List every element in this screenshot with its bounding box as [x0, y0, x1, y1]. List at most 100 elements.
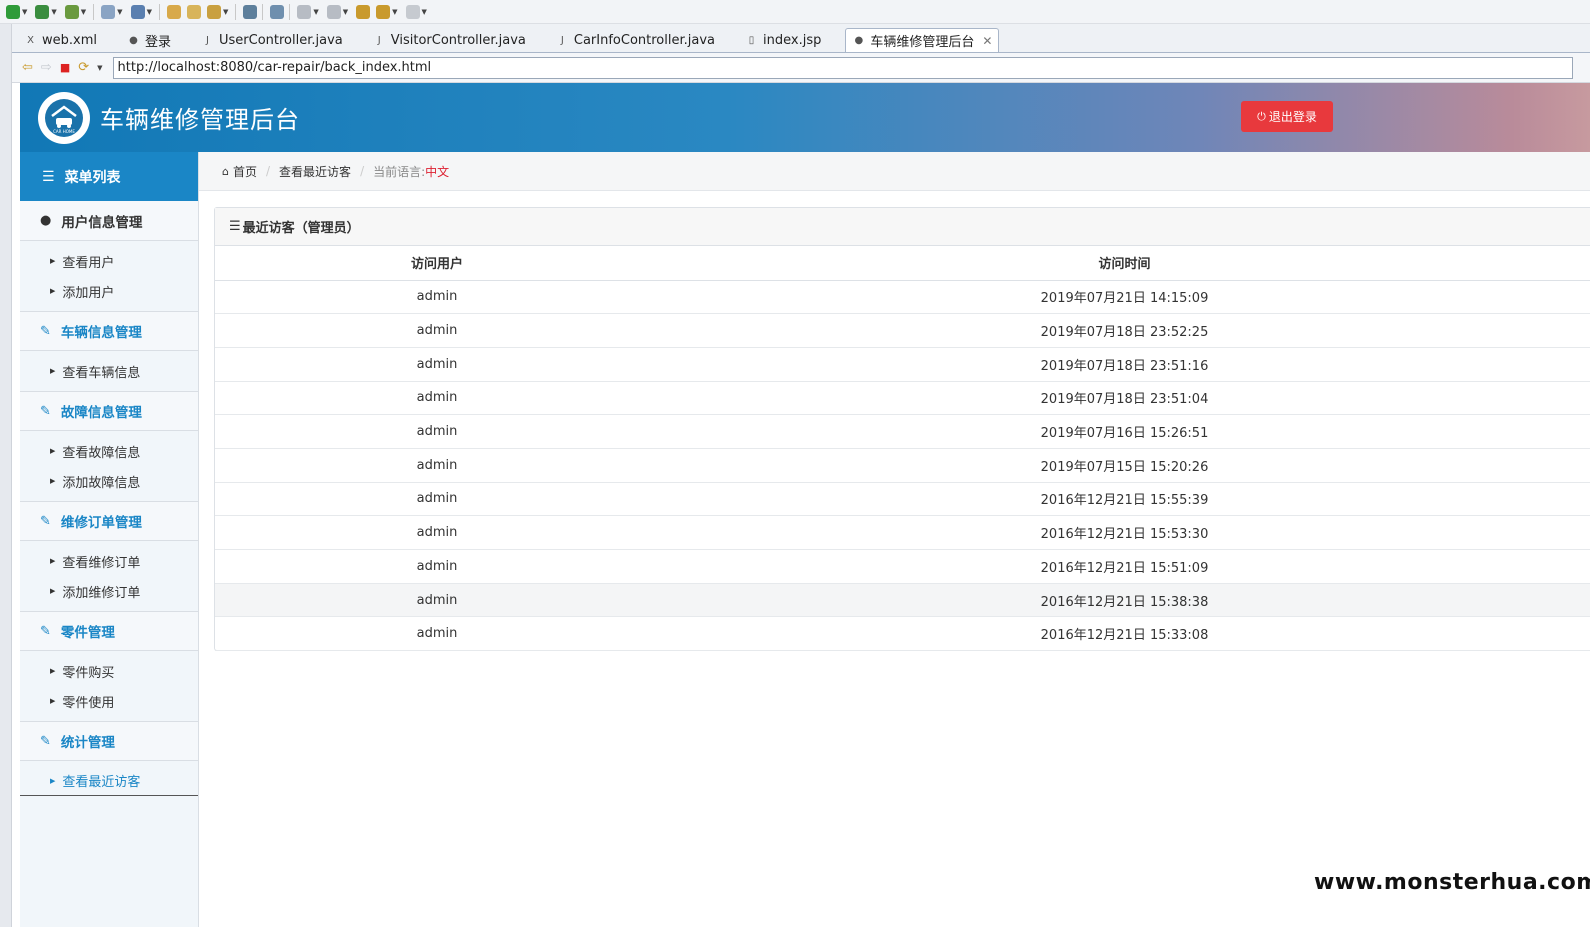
back-arrow-icon[interactable]: [376, 4, 391, 19]
sidebar-item-view-faults[interactable]: ▶ 查看故障信息: [20, 436, 198, 466]
dropdown-arrow-icon[interactable]: ▼: [51, 8, 56, 16]
sidebar-group-orders[interactable]: ✎ 维修订单管理: [20, 501, 198, 541]
url-input[interactable]: [112, 56, 1573, 79]
panel-header: ☰ 最近访客（管理员）: [215, 208, 1590, 246]
sidebar-item-view-orders[interactable]: ▶ 查看维修订单: [20, 546, 198, 576]
tab-label: VisitorController.java: [390, 32, 526, 48]
logo-text: CAR HOME: [53, 129, 75, 134]
dropdown-arrow-icon[interactable]: ▼: [422, 8, 427, 16]
tab-label: CarInfoController.java: [573, 32, 716, 48]
list-icon: ☰: [42, 168, 55, 185]
edit-icon: ✎: [40, 513, 51, 529]
language-value[interactable]: 中文: [425, 163, 449, 180]
menu-header: ☰ 菜单列表: [20, 152, 198, 201]
group-label: 零件管理: [60, 625, 115, 641]
toolbar-separator: [93, 3, 95, 20]
sidebar-item-label: 零件使用: [62, 695, 115, 711]
annotation-icon[interactable]: [297, 4, 312, 19]
tab-index-jsp[interactable]: ▯ index.jsp: [739, 28, 831, 52]
cell-user: admin: [215, 381, 659, 416]
dropdown-arrow-icon[interactable]: ▼: [81, 8, 86, 16]
forward-icon[interactable]: ⇨: [41, 60, 52, 75]
tab-label: index.jsp: [763, 32, 822, 48]
sidebar-group-user[interactable]: ● 用户信息管理: [20, 201, 198, 241]
tab-carinfo-controller[interactable]: J CarInfoController.java: [550, 28, 725, 52]
page-title: 车辆维修管理后台: [100, 106, 300, 134]
breadcrumb-current: 查看最近访客: [279, 164, 352, 179]
breadcrumb-home[interactable]: 首页: [233, 163, 257, 180]
recent-visitors-panel: ☰ 最近访客（管理员） 访问用户 访问时间 admin 2019年07月21日 14…: [214, 207, 1590, 652]
sidebar-group-parts[interactable]: ✎ 零件管理: [20, 611, 198, 651]
menu-title: 菜单列表: [64, 169, 121, 186]
folder-icon[interactable]: [186, 4, 201, 19]
sidebar-item-add-user[interactable]: ▶ 添加用户: [20, 276, 198, 306]
dropdown-arrow-icon[interactable]: ▼: [117, 8, 122, 16]
tab-admin-page[interactable]: ● 车辆维修管理后台 ✕: [845, 28, 1000, 52]
table-header-row: 访问用户 访问时间: [215, 246, 1590, 281]
edit-icon: ✎: [40, 403, 51, 419]
breadcrumb-separator: /: [360, 164, 365, 178]
dropdown-arrow-icon[interactable]: ▼: [343, 8, 348, 16]
debug-icon[interactable]: [35, 4, 50, 19]
dropdown-arrow-icon[interactable]: ▼: [97, 64, 102, 72]
caret-right-icon: ▶: [50, 587, 56, 595]
close-icon[interactable]: ✕: [982, 34, 992, 48]
tab-web-xml[interactable]: Xweb.xml: [18, 28, 107, 52]
dropdown-arrow-icon[interactable]: ▼: [313, 8, 318, 16]
tab-user-controller[interactable]: J UserController.java: [195, 28, 353, 52]
open-folder-icon[interactable]: [166, 4, 181, 19]
cell-time: 2019年07月15日 15:20:26: [659, 448, 1590, 483]
home-icon: ⌂: [222, 164, 229, 178]
logout-label: 退出登录: [1268, 110, 1317, 124]
cell-user: admin: [215, 448, 659, 483]
sidebar-item-add-order[interactable]: ▶ 添加维修订单: [20, 576, 198, 606]
sidebar-group-stats[interactable]: ✎ 统计管理: [20, 721, 198, 761]
sidebar-group-vehicle[interactable]: ✎ 车辆信息管理: [20, 311, 198, 351]
logout-button[interactable]: ⏻ 退出登录: [1241, 101, 1333, 132]
caret-right-icon: ▶: [50, 287, 56, 295]
tab-login[interactable]: ● 登录: [121, 28, 181, 52]
dropdown-arrow-icon[interactable]: ▼: [223, 8, 228, 16]
tool-icon[interactable]: [206, 4, 221, 19]
refresh-icon[interactable]: ⟳: [78, 60, 89, 75]
globe-icon[interactable]: [243, 4, 258, 19]
sidebar-item-use-parts[interactable]: ▶ 零件使用: [20, 686, 198, 716]
sidebar-item-view-vehicles[interactable]: ▶ 查看车辆信息: [20, 356, 198, 386]
forward-arrow-icon[interactable]: [405, 4, 420, 19]
tab-visitor-controller[interactable]: J VisitorController.java: [367, 28, 536, 52]
run-config-icon[interactable]: [64, 4, 79, 19]
xml-file-icon: X: [27, 34, 34, 46]
cell-user: admin: [215, 515, 659, 550]
sidebar-item-add-fault[interactable]: ▶ 添加故障信息: [20, 466, 198, 496]
sidebar-item-buy-parts[interactable]: ▶ 零件购买: [20, 656, 198, 686]
dropdown-arrow-icon[interactable]: ▼: [147, 8, 152, 16]
dropdown-arrow-icon[interactable]: ▼: [22, 8, 27, 16]
dropdown-arrow-icon[interactable]: ▼: [392, 8, 397, 16]
cell-user: admin: [215, 583, 659, 618]
power-icon: ⏻: [1257, 109, 1266, 123]
sidebar-item-view-users[interactable]: ▶ 查看用户: [20, 246, 198, 276]
table-row: admin 2016年12月21日 15:53:30: [215, 515, 1590, 550]
toolbar-separator: [262, 3, 264, 20]
watermark: www.monsterhua.com: [1314, 870, 1590, 895]
last-edit-icon[interactable]: [356, 4, 371, 19]
stop-icon[interactable]: ■: [60, 61, 70, 74]
cell-time: 2016年12月21日 15:53:30: [659, 515, 1590, 550]
navigate-icon[interactable]: [326, 4, 341, 19]
run-icon[interactable]: [6, 4, 20, 19]
back-icon[interactable]: ⇦: [22, 60, 33, 75]
group-label: 维修订单管理: [60, 515, 142, 531]
sidebar-item-recent-visitors[interactable]: ▶ 查看最近访客: [20, 766, 198, 796]
table-row: admin 2016年12月21日 15:55:39: [215, 482, 1590, 517]
sidebar-group-fault[interactable]: ✎ 故障信息管理: [20, 391, 198, 431]
edit-icon: ✎: [40, 323, 51, 339]
search-icon[interactable]: [270, 4, 285, 19]
sidebar-item-label: 添加故障信息: [62, 475, 141, 491]
column-header-time: 访问时间: [659, 246, 1590, 281]
server-icon[interactable]: [101, 4, 116, 19]
caret-right-icon: ▶: [50, 697, 56, 705]
cell-user: admin: [215, 616, 659, 652]
cell-time: 2019年07月21日 14:15:09: [659, 280, 1590, 315]
list-icon: ☰: [229, 219, 241, 234]
deploy-icon[interactable]: [130, 4, 145, 19]
